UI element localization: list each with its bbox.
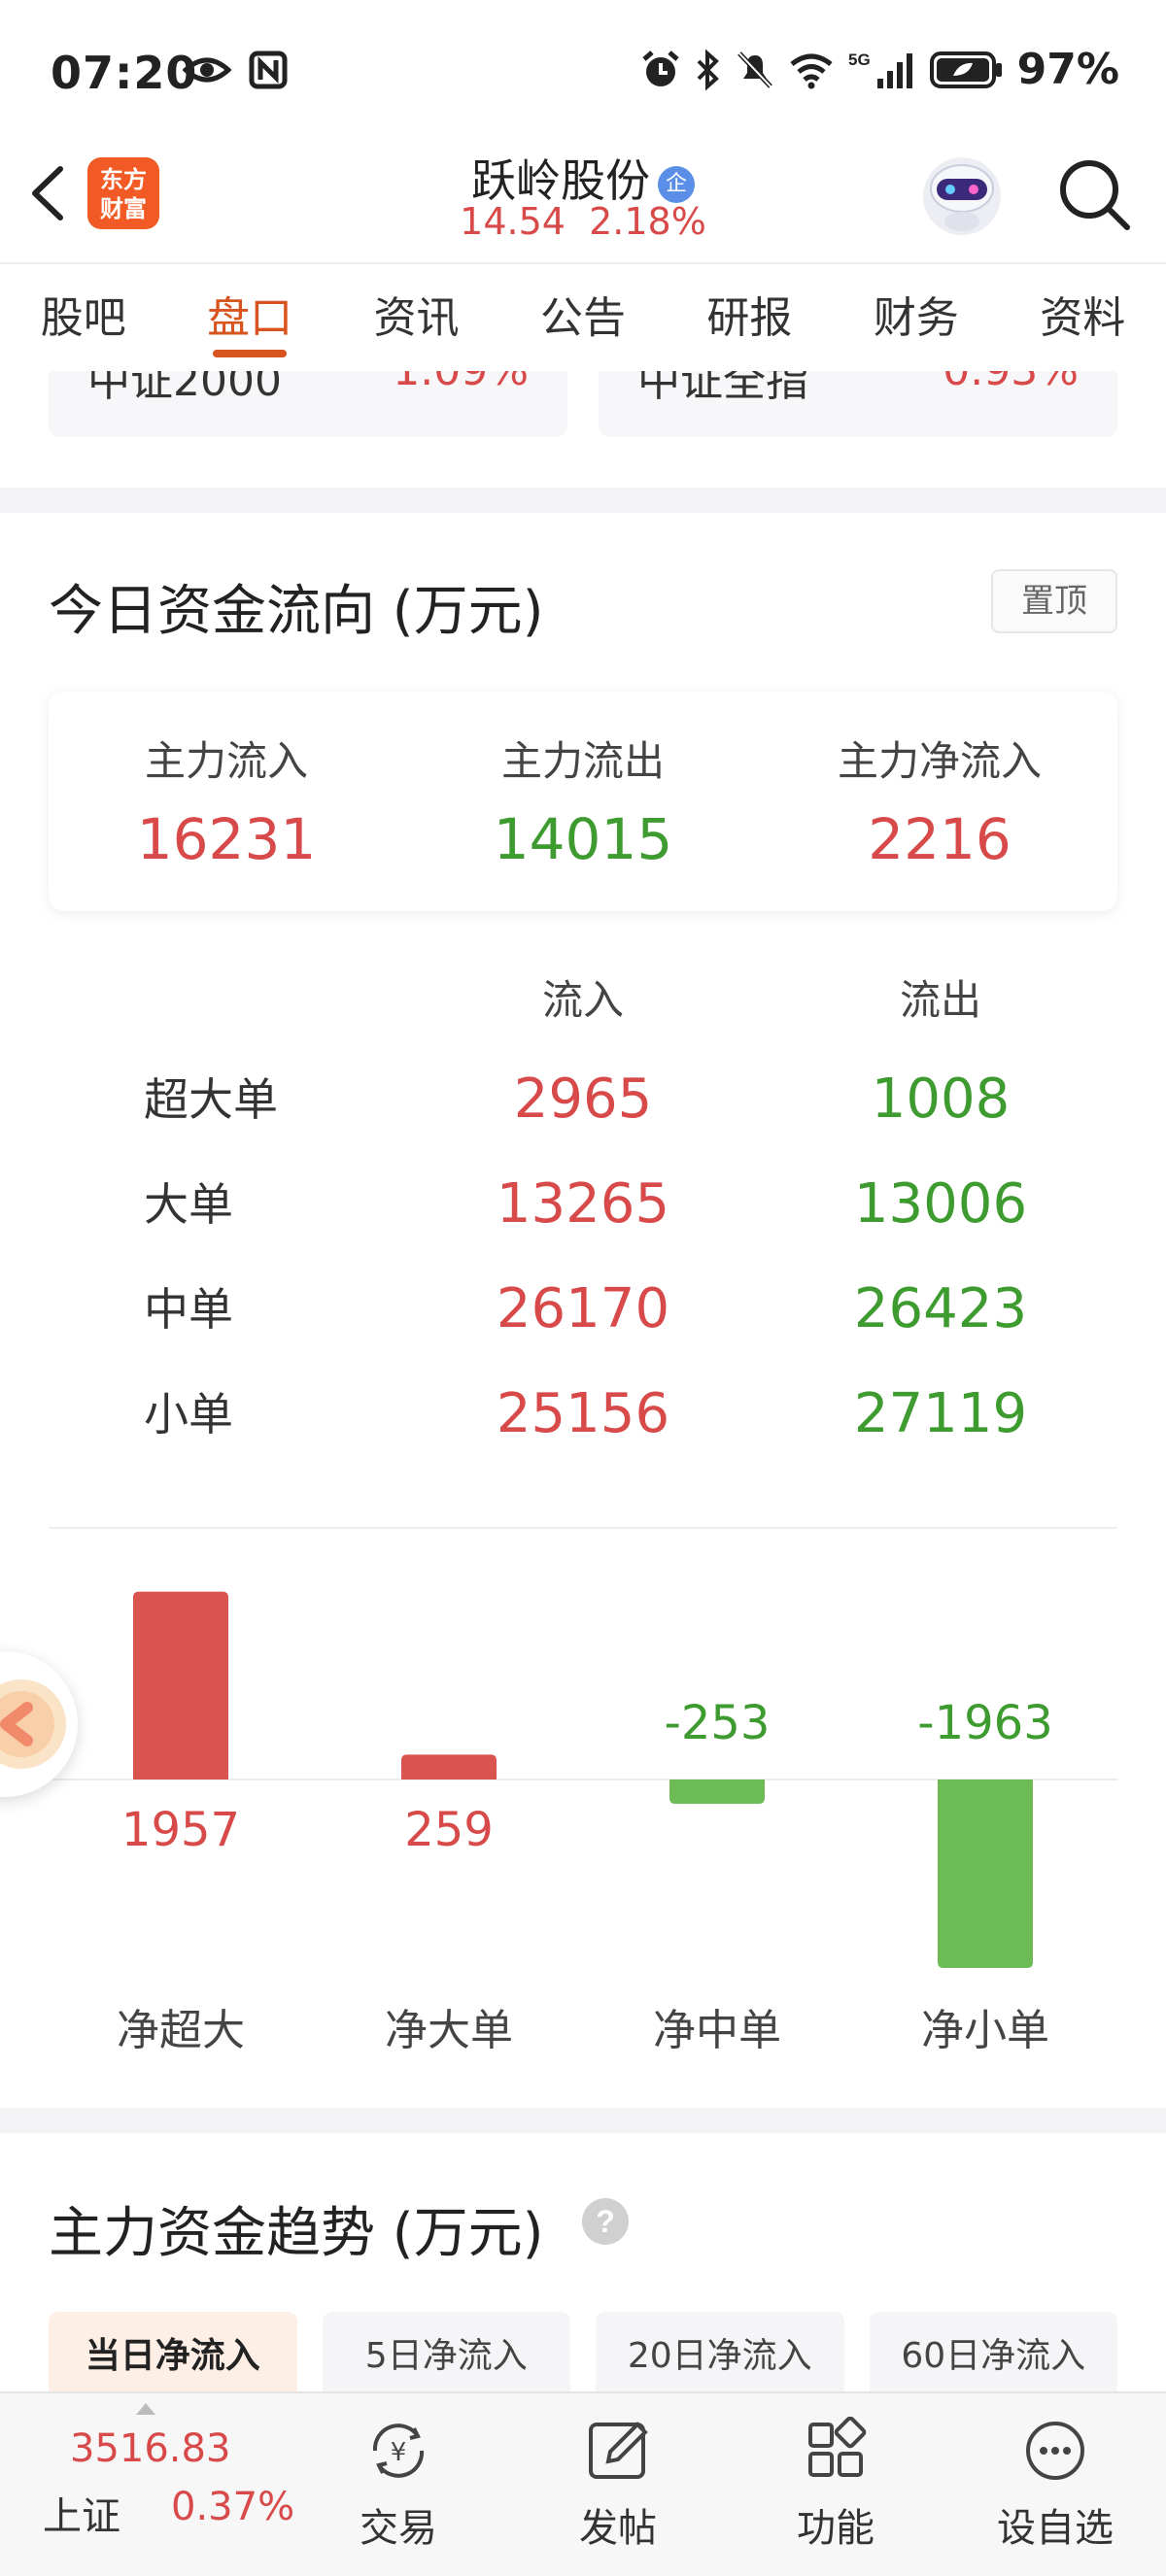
table-row: 小单 25156 27119 xyxy=(144,1382,1028,1445)
main-flow-summary: 主力流入 16231 主力流出 14015 主力净流入 2216 xyxy=(49,692,1117,911)
stock-change: 2.18% xyxy=(589,200,706,243)
section-separator xyxy=(0,488,1166,513)
caret-up-icon xyxy=(136,2403,155,2415)
tab-news[interactable]: 资讯 xyxy=(333,264,499,371)
index-value: 3516.83 xyxy=(70,2426,231,2471)
tab-60day-net-inflow[interactable]: 60日净流入 xyxy=(869,2312,1117,2393)
more-icon xyxy=(1026,2422,1084,2480)
functions-button[interactable]: 功能 xyxy=(748,2403,923,2568)
assistant-robot-icon[interactable] xyxy=(917,150,1007,239)
table-row: 超大单 2965 1008 xyxy=(144,1068,1011,1131)
tab-pankou[interactable]: 盘口 xyxy=(166,264,332,371)
section-separator xyxy=(0,2108,1166,2133)
trade-button[interactable]: ¥ 交易 xyxy=(311,2403,486,2568)
floating-back-button[interactable] xyxy=(0,1651,78,1797)
main-fund-trend-title: 主力资金趋势 (万元) xyxy=(49,2202,544,2265)
wifi-icon xyxy=(790,53,833,88)
tab-20day-net-inflow[interactable]: 20日净流入 xyxy=(596,2312,844,2393)
column-header-outflow: 流出 xyxy=(899,976,981,1024)
chart-value-label: 1957 xyxy=(120,1803,241,1857)
svg-text:?: ? xyxy=(596,2204,615,2239)
eye-icon xyxy=(183,57,231,83)
chart-value-label: 259 xyxy=(404,1803,494,1857)
fund-flow-title: 今日资金流向 (万元) xyxy=(49,580,544,643)
index-change: 0.93% xyxy=(943,371,1079,395)
stock-header: 东方 财富 跃岭股份企 14.54 2.18% xyxy=(0,146,1166,262)
chart-value-label: -253 xyxy=(664,1696,771,1750)
tab-5day-net-inflow[interactable]: 5日净流入 xyxy=(322,2312,570,2393)
index-change: 0.37% xyxy=(171,2485,295,2529)
search-button[interactable] xyxy=(1053,153,1135,235)
chart-value-label: -1963 xyxy=(917,1696,1053,1750)
bluetooth-icon xyxy=(697,49,719,90)
tab-announcements[interactable]: 公告 xyxy=(499,264,666,371)
trend-period-tabs: 当日净流入 5日净流入 20日净流入 60日净流入 xyxy=(49,2312,1117,2393)
battery-icon xyxy=(929,51,1002,88)
post-button[interactable]: 发帖 xyxy=(531,2403,705,2568)
index-card-csi-all[interactable]: 中证全指 0.93% xyxy=(599,371,1117,437)
chart-bar-2 xyxy=(669,1779,765,1805)
enterprise-badge: 企 xyxy=(658,166,695,203)
index-name: 中证2000 xyxy=(87,371,282,406)
signal-icon: 5G xyxy=(848,51,912,88)
status-time: 07:20 xyxy=(51,47,198,99)
chart-bar-0 xyxy=(133,1591,228,1779)
nfc-icon xyxy=(249,51,288,89)
svg-text:5G: 5G xyxy=(848,51,871,69)
apps-icon xyxy=(808,2417,867,2477)
chart-category-label: 净中单 xyxy=(653,2006,781,2055)
chart-category-label: 净超大 xyxy=(117,2006,245,2055)
chart-category-label: 净大单 xyxy=(385,2006,513,2055)
chart-bar-3 xyxy=(938,1779,1033,1968)
tab-finance[interactable]: 财务 xyxy=(833,264,999,371)
alarm-icon xyxy=(642,50,679,86)
table-row: 中单 26170 26423 xyxy=(144,1277,1028,1340)
column-header-inflow: 流入 xyxy=(541,976,624,1024)
index-name: 上证 xyxy=(43,2494,120,2539)
chevron-left-icon xyxy=(0,1679,66,1769)
status-bar: 07:20 5G 97% xyxy=(0,0,1166,146)
stock-tabs: 股吧 盘口 资讯 公告 研报 财务 资料 xyxy=(0,262,1166,371)
chart-category-label: 净小单 xyxy=(921,2006,1049,2055)
search-icon xyxy=(1060,160,1130,230)
battery-percent: 97% xyxy=(1016,45,1119,94)
post-icon xyxy=(589,2422,648,2479)
bottom-toolbar: 3516.83 上证 0.37% ¥ 交易 发帖 功能 设自选 xyxy=(0,2391,1166,2576)
tab-guba[interactable]: 股吧 xyxy=(0,264,166,371)
trade-icon: ¥ xyxy=(372,2423,425,2478)
index-change: 1.09% xyxy=(393,371,529,395)
stock-price: 14.54 xyxy=(460,200,566,243)
mute-icon xyxy=(737,51,772,88)
pin-to-top-button[interactable]: 置顶 xyxy=(991,569,1117,633)
tab-research[interactable]: 研报 xyxy=(667,264,833,371)
svg-text:¥: ¥ xyxy=(391,2438,407,2467)
tab-profile[interactable]: 资料 xyxy=(1000,264,1166,371)
add-watchlist-button[interactable]: 设自选 xyxy=(968,2403,1143,2568)
index-card-csi2000[interactable]: 中证2000 1.09% xyxy=(49,371,567,437)
tab-today-net-inflow[interactable]: 当日净流入 xyxy=(49,2312,297,2393)
divider xyxy=(49,1527,1117,1529)
chart-bar-1 xyxy=(401,1754,497,1779)
help-icon[interactable]: ? xyxy=(581,2197,630,2246)
index-name: 中证全指 xyxy=(637,371,808,406)
table-row: 大单 13265 13006 xyxy=(144,1172,1028,1236)
